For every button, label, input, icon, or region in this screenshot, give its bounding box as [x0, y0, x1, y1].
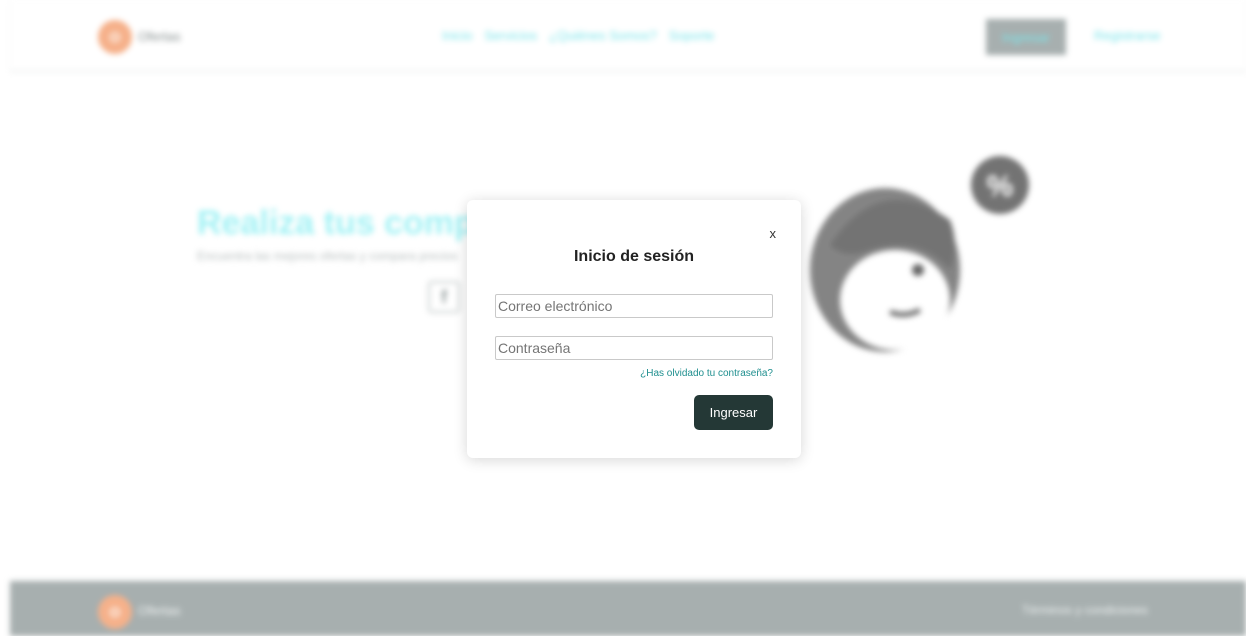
forgot-password-link[interactable]: ¿Has olvidado tu contraseña?: [640, 368, 773, 379]
email-field[interactable]: [495, 294, 773, 318]
login-modal: x Inicio de sesión ¿Has olvidado tu cont…: [467, 200, 801, 458]
login-submit-button[interactable]: Ingresar: [694, 395, 773, 430]
page: O Ofertas Inicio Servicios ¿Quiénes Somo…: [0, 0, 1246, 636]
modal-title: Inicio de sesión: [573, 248, 695, 265]
password-field[interactable]: [495, 336, 773, 360]
close-icon[interactable]: x: [770, 227, 777, 240]
